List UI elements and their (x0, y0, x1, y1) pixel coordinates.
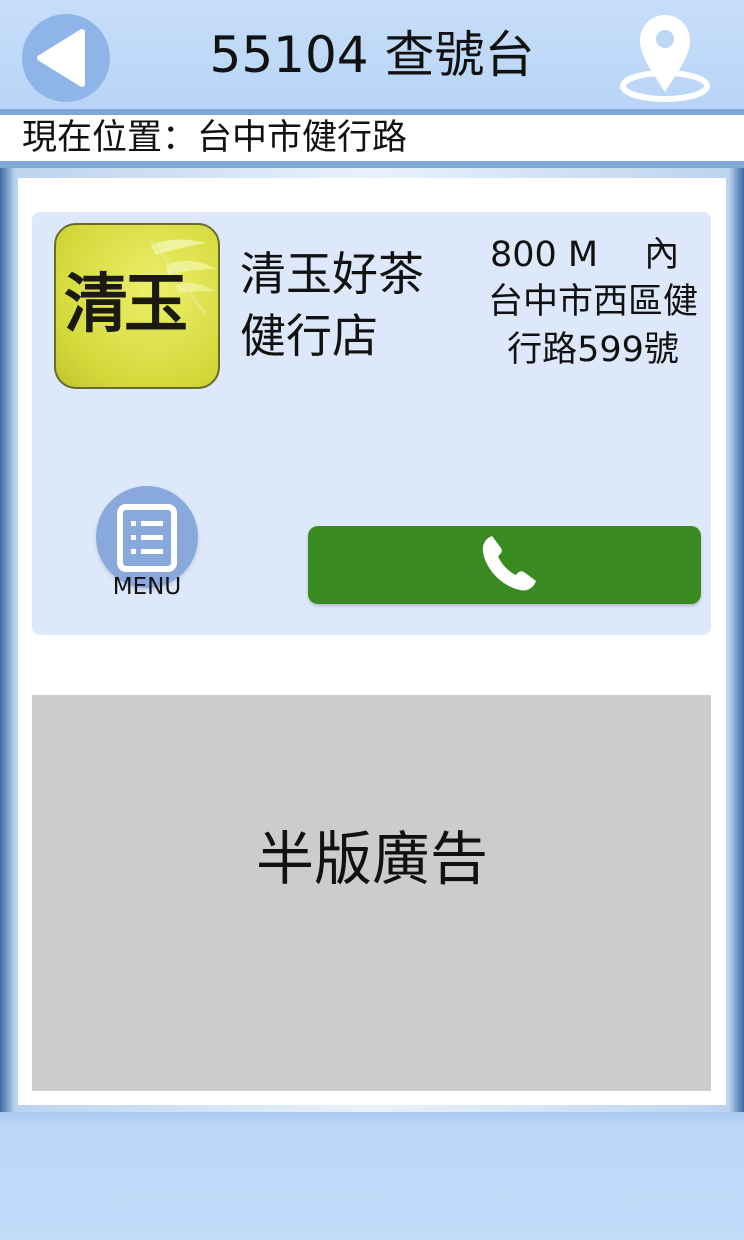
phone-icon (482, 536, 536, 591)
menu-label: MENU (112, 574, 182, 600)
menu-button[interactable] (96, 486, 198, 588)
current-location: 現在位置：台中市健行路 (0, 115, 744, 161)
store-address: 台中市西區健行路599號 (487, 282, 698, 370)
store-distance: 800 M 內 (490, 235, 680, 275)
map-pin-icon (620, 15, 710, 102)
store-logo: 清玉 (54, 223, 220, 389)
list-icon (117, 504, 177, 572)
bottom-bar (0, 1112, 744, 1240)
call-button[interactable] (308, 526, 701, 604)
store-name: 清玉好茶健行店 (240, 247, 424, 363)
location-divider (0, 161, 744, 168)
ad-text: 半版廣告 (255, 825, 488, 893)
location-button[interactable] (618, 8, 714, 104)
logo-text: 清玉 (64, 267, 188, 342)
